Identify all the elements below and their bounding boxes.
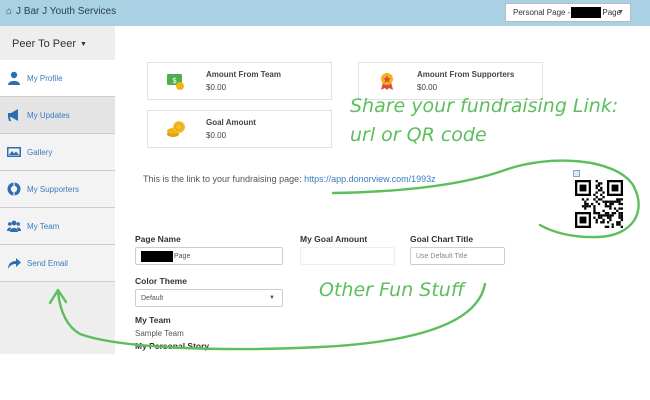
svg-text:$: $ (172, 76, 177, 85)
goal-amount-input[interactable] (300, 247, 395, 265)
stat-card-goal-amount: Goal Amount $0.00 (147, 110, 332, 148)
page-select-dropdown[interactable]: Personal Page - Page ▼ (505, 3, 631, 22)
page-name-value: Page (174, 252, 191, 260)
page-select-prefix: Personal Page - (513, 8, 571, 17)
peer-to-peer-dropdown[interactable]: Peer To Peer ▼ (12, 38, 87, 50)
annotation-share-line1: Share your fundraising Link: (350, 95, 619, 117)
chevron-down-icon: ▼ (80, 40, 87, 48)
sidebar-item-label: My Updates (27, 110, 70, 120)
sidebar-item-label: Send Email (27, 258, 68, 268)
color-theme-select[interactable]: Default ▼ (135, 289, 283, 307)
share-icon (7, 256, 21, 270)
fundraising-link-text: This is the link to your fundraising pag… (143, 174, 436, 184)
user-icon (7, 71, 21, 85)
sidebar-item-label: My Supporters (27, 184, 80, 194)
fundraising-link-prefix: This is the link to your fundraising pag… (143, 174, 305, 184)
goal-chart-title-input[interactable]: Use Default Title (410, 247, 505, 265)
annotation-share-line2: url or QR code (350, 124, 487, 146)
redacted-name (141, 250, 173, 262)
stat-label: Amount From Supporters (417, 70, 515, 79)
sidebar-nav: My Profile My Updates Gallery My Support… (0, 60, 115, 282)
megaphone-icon (7, 108, 21, 122)
group-icon (7, 219, 21, 233)
home-icon: ⌂ (6, 6, 13, 17)
personal-story-label: My Personal Story (135, 341, 210, 351)
sidebar-item-label: My Profile (27, 73, 63, 83)
stat-label: Amount From Team (206, 70, 281, 79)
stat-value: $0.00 (206, 131, 227, 140)
money-icon: $ (166, 71, 186, 91)
color-theme-value: Default (141, 294, 164, 302)
sidebar-item-my-team[interactable]: My Team (0, 208, 115, 245)
brand-name: J Bar J Youth Services (16, 6, 117, 17)
sidebar-item-label: My Team (27, 221, 60, 231)
peer-to-peer-label: Peer To Peer (12, 38, 77, 50)
my-team-label: My Team (135, 315, 171, 325)
goal-chart-title-placeholder: Use Default Title (416, 252, 468, 260)
my-team-value: Sample Team (135, 329, 184, 338)
sidebar-item-my-updates[interactable]: My Updates (0, 97, 115, 134)
redacted-name (571, 7, 602, 18)
fundraising-link-url[interactable]: https://app.donorview.com/1993z (304, 174, 436, 184)
coins-icon (166, 119, 186, 139)
chevron-down-icon: ▼ (269, 295, 275, 301)
goal-amount-label: My Goal Amount (300, 234, 368, 244)
qr-thumbnail-icon[interactable] (573, 170, 580, 177)
page-name-input[interactable]: Page (135, 247, 283, 265)
sidebar-item-my-profile[interactable]: My Profile (0, 60, 115, 97)
stat-card-amount-from-team: $ Amount From Team $0.00 (147, 62, 332, 100)
stat-value: $0.00 (417, 83, 438, 92)
qr-code[interactable] (575, 180, 623, 228)
stat-label: Goal Amount (206, 118, 256, 127)
chevron-down-icon: ▼ (617, 9, 624, 16)
annotation-other-fun-stuff: Other Fun Stuff (319, 279, 465, 301)
top-bar: ⌂ J Bar J Youth Services Personal Page -… (0, 0, 650, 26)
sidebar-item-label: Gallery (27, 147, 53, 157)
sidebar-item-send-email[interactable]: Send Email (0, 245, 115, 282)
goal-chart-title-label: Goal Chart Title (410, 234, 474, 244)
page-name-label: Page Name (135, 234, 181, 244)
sidebar-item-gallery[interactable]: Gallery (0, 134, 115, 171)
award-icon (377, 71, 397, 91)
brand[interactable]: ⌂ J Bar J Youth Services (6, 6, 116, 17)
lifebuoy-icon (7, 182, 21, 196)
image-icon (7, 145, 21, 159)
stat-value: $0.00 (206, 83, 227, 92)
color-theme-label: Color Theme (135, 276, 187, 286)
sidebar-item-my-supporters[interactable]: My Supporters (0, 171, 115, 208)
